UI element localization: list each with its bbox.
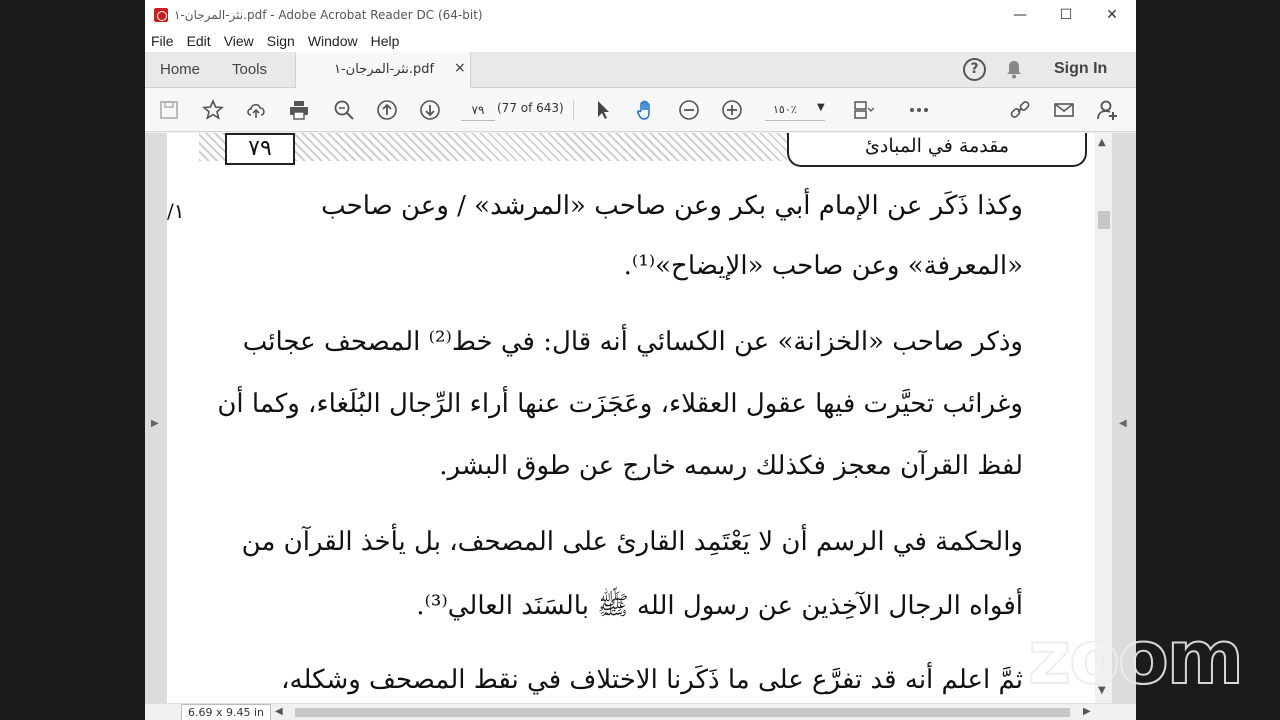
- mail-icon[interactable]: [1052, 98, 1076, 122]
- pdf-page: ٧٩ مقدمة في المبادئ ١/ وكذا ذَكَر عن الإ…: [167, 133, 1097, 703]
- left-panel-toggle-icon[interactable]: ▶: [151, 418, 159, 429]
- page-header: ٧٩ مقدمة في المبادئ: [199, 133, 1087, 167]
- maximize-button[interactable]: ☐: [1043, 0, 1089, 30]
- scroll-up-icon[interactable]: ▲: [1098, 137, 1106, 148]
- tab-document[interactable]: نثر-المرجان-١.pdf ×: [295, 52, 471, 88]
- hand-icon[interactable]: [634, 98, 658, 122]
- page-down-icon[interactable]: [418, 98, 442, 122]
- screen-share-border-right: [1136, 0, 1280, 720]
- page-number-input[interactable]: ٧٩: [461, 99, 495, 121]
- more-icon[interactable]: [907, 98, 931, 122]
- print-icon[interactable]: [287, 98, 311, 122]
- menu-view[interactable]: View: [224, 33, 254, 49]
- acrobat-app-icon: [154, 8, 168, 22]
- share-link-icon[interactable]: [1008, 98, 1032, 122]
- add-user-icon[interactable]: [1095, 98, 1119, 122]
- scroll-thumb[interactable]: [1098, 211, 1110, 229]
- horizontal-scroll-thumb[interactable]: [295, 708, 1070, 717]
- toolbar-divider: [573, 100, 574, 120]
- upload-icon[interactable]: [244, 98, 268, 122]
- tab-document-label: نثر-المرجان-١.pdf: [334, 62, 435, 77]
- bell-icon[interactable]: [1005, 59, 1023, 79]
- margin-note: ١/: [167, 199, 185, 223]
- scroll-left-icon[interactable]: ◀: [275, 706, 283, 717]
- toolbar: ٧٩ (77 of 643) ١٥٠٪ ▼: [145, 88, 1136, 132]
- zoom-watermark: zoom: [1027, 614, 1245, 702]
- page-size-indicator: 6.69 x 9.45 in: [181, 704, 272, 720]
- text-line: أفواه الرجال الآخِذين عن رسول الله ﷺ بال…: [416, 591, 1023, 621]
- text-line: «المعرفة» وعن صاحب «الإيضاح»⁽¹⁾.: [623, 251, 1023, 281]
- zoom-search-icon[interactable]: [332, 98, 356, 122]
- page-up-icon[interactable]: [375, 98, 399, 122]
- window-title: نثر-المرجان-١.pdf - Adobe Acrobat Reader…: [174, 8, 483, 22]
- text-line: وذكر صاحب «الخزانة» عن الكسائي أنه قال: …: [242, 327, 1023, 357]
- minimize-button[interactable]: —: [997, 0, 1043, 30]
- text-line: لفظ القرآن معجز فكذلك رسمه خارج عن طوق ا…: [439, 451, 1023, 481]
- text-line: والحكمة في الرسم أن لا يَعْتَمِد القارئ …: [241, 527, 1023, 557]
- chapter-title: مقدمة في المبادئ: [787, 133, 1087, 167]
- menu-file[interactable]: File: [151, 33, 174, 49]
- zoom-in-icon[interactable]: [720, 98, 744, 122]
- scroll-right-icon[interactable]: ▶: [1083, 706, 1091, 717]
- close-window-button[interactable]: ✕: [1089, 0, 1135, 30]
- star-icon[interactable]: [201, 98, 225, 122]
- tab-bar: Home Tools نثر-المرجان-١.pdf × ? Sign In: [145, 52, 1136, 88]
- header-ornament: [295, 133, 787, 161]
- right-panel-toggle-icon[interactable]: ◀: [1119, 418, 1127, 429]
- close-tab-icon[interactable]: ×: [454, 60, 466, 76]
- acrobat-window: نثر-المرجان-١.pdf - Adobe Acrobat Reader…: [145, 0, 1136, 720]
- menu-sign[interactable]: Sign: [267, 33, 295, 49]
- screen-share-border-left: [0, 0, 145, 720]
- text-line: وكذا ذَكَر عن الإمام أبي بكر وعن صاحب «ا…: [321, 191, 1023, 221]
- menu-help[interactable]: Help: [371, 33, 400, 49]
- page-display-icon[interactable]: [851, 98, 875, 122]
- sign-in-button[interactable]: Sign In: [1054, 60, 1107, 78]
- title-bar: نثر-المرجان-١.pdf - Adobe Acrobat Reader…: [145, 0, 1136, 30]
- save-icon[interactable]: [157, 98, 181, 122]
- document-viewer[interactable]: ▶ ٧٩ مقدمة في المبادئ ١/ وكذا ذَكَر عن ا…: [145, 133, 1136, 703]
- tab-home[interactable]: Home: [160, 61, 200, 78]
- chevron-down-icon[interactable]: ▼: [817, 102, 825, 113]
- text-line: وغرائب تحيَّرت فيها عقول العقلاء، وعَجَز…: [217, 389, 1023, 419]
- zoom-level-select[interactable]: ١٥٠٪: [765, 99, 825, 121]
- help-icon[interactable]: ?: [963, 58, 986, 81]
- header-ornament: [199, 133, 225, 161]
- menu-edit[interactable]: Edit: [187, 33, 211, 49]
- tab-tools[interactable]: Tools: [232, 61, 267, 78]
- zoom-out-icon[interactable]: [677, 98, 701, 122]
- page-number-label: ٧٩: [225, 133, 295, 165]
- horizontal-scrollbar[interactable]: 6.69 x 9.45 in ◀ ▶: [145, 703, 1136, 720]
- menu-bar: File Edit View Sign Window Help: [145, 30, 1136, 52]
- page-count: (77 of 643): [497, 101, 564, 115]
- text-line: ثمَّ اعلم أنه قد تفرَّع على ما ذَكَرنا ا…: [281, 665, 1023, 695]
- menu-window[interactable]: Window: [308, 33, 358, 49]
- select-cursor-icon[interactable]: [591, 98, 615, 122]
